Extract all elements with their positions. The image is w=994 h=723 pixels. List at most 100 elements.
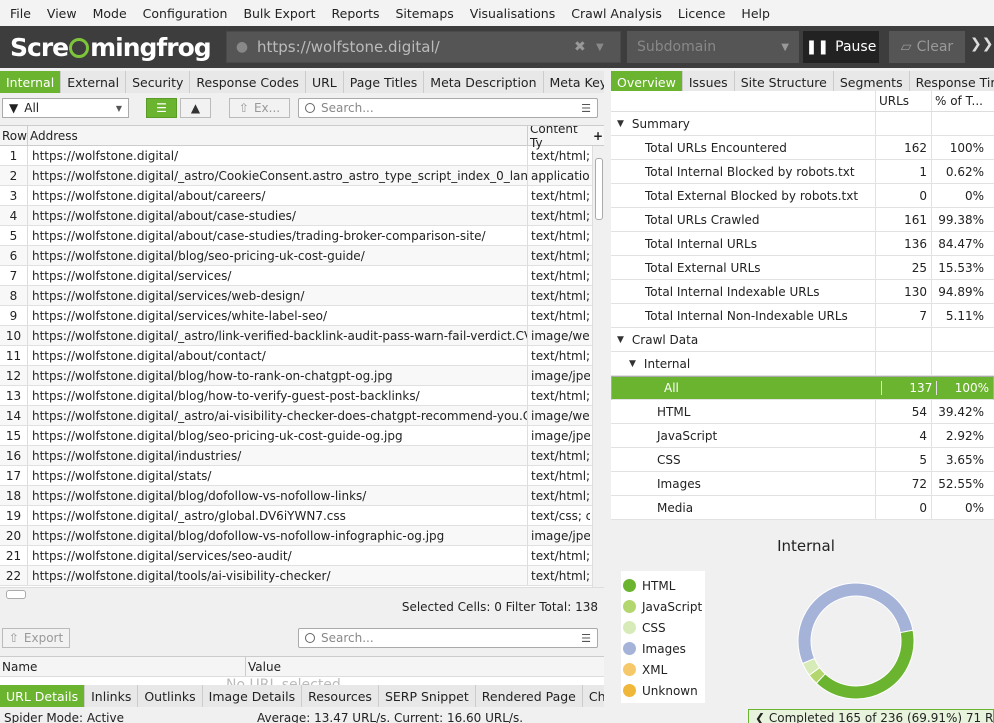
tab-image-details[interactable]: Image Details bbox=[202, 685, 303, 707]
cell-content-type[interactable]: text/html; c bbox=[528, 566, 590, 585]
settings-sliders-icon[interactable]: ☰ bbox=[581, 632, 591, 645]
table-row[interactable]: 18 https://wolfstone.digital/blog/dofollo… bbox=[0, 486, 604, 506]
cell-content-type[interactable]: text/html; c bbox=[528, 286, 590, 305]
col-percent[interactable]: % of T... bbox=[932, 91, 988, 111]
table-row[interactable]: 19 https://wolfstone.digital/_astro/globa… bbox=[0, 506, 604, 526]
cell-content-type[interactable]: text/html; c bbox=[528, 246, 590, 265]
tab-meta-description[interactable]: Meta Description bbox=[424, 71, 544, 93]
table-row[interactable]: 5 https://wolfstone.digital/about/case-st… bbox=[0, 226, 604, 246]
tree-row-total-urls-crawled[interactable]: Total URLs Crawled 161 99.38% bbox=[611, 208, 994, 232]
cell-content-type[interactable]: image/jpeg bbox=[528, 366, 590, 385]
tree-row-media[interactable]: Media 0 0% bbox=[611, 496, 994, 520]
col-name[interactable]: Name bbox=[0, 657, 246, 676]
cell-address[interactable]: https://wolfstone.digital/services/web-d… bbox=[28, 286, 528, 305]
table-row[interactable]: 17 https://wolfstone.digital/stats/text/h… bbox=[0, 466, 604, 486]
menu-visualisations[interactable]: Visualisations bbox=[462, 6, 563, 21]
cell-address[interactable]: https://wolfstone.digital/about/case-stu… bbox=[28, 226, 528, 245]
col-urls[interactable]: URLs bbox=[876, 91, 932, 111]
tree-row-summary[interactable]: ▼ Summary bbox=[611, 112, 994, 136]
tree-row-total-internal-indexable-urls[interactable]: Total Internal Indexable URLs 130 94.89% bbox=[611, 280, 994, 304]
scroll-thumb[interactable] bbox=[6, 590, 26, 599]
cell-address[interactable]: https://wolfstone.digital/about/case-stu… bbox=[28, 206, 528, 225]
table-row[interactable]: 4 https://wolfstone.digital/about/case-st… bbox=[0, 206, 604, 226]
menu-file[interactable]: File bbox=[2, 6, 39, 21]
menu-help[interactable]: Help bbox=[733, 6, 778, 21]
cell-address[interactable]: https://wolfstone.digital/blog/seo-prici… bbox=[28, 246, 528, 265]
tree-row-all[interactable]: All 137 100% bbox=[611, 376, 994, 400]
cell-address[interactable]: https://wolfstone.digital/_astro/link-ve… bbox=[28, 326, 528, 345]
cell-address[interactable]: https://wolfstone.digital/blog/how-to-ve… bbox=[28, 386, 528, 405]
cell-address[interactable]: https://wolfstone.digital/about/careers/ bbox=[28, 186, 528, 205]
table-row[interactable]: 14 https://wolfstone.digital/_astro/ai-vi… bbox=[0, 406, 604, 426]
cell-content-type[interactable]: text/html; c bbox=[528, 146, 590, 165]
tree-row-total-internal-blocked-by-robots-txt[interactable]: Total Internal Blocked by robots.txt 1 0.6… bbox=[611, 160, 994, 184]
tab-serp-snippet[interactable]: SERP Snippet bbox=[378, 685, 476, 707]
details-export-button[interactable]: ⇧ Export bbox=[2, 628, 70, 648]
table-row[interactable]: 15 https://wolfstone.digital/blog/seo-pri… bbox=[0, 426, 604, 446]
cell-content-type[interactable]: text/html; c bbox=[528, 346, 590, 365]
table-row[interactable]: 9 https://wolfstone.digital/services/whit… bbox=[0, 306, 604, 326]
cell-address[interactable]: https://wolfstone.digital/blog/seo-prici… bbox=[28, 426, 528, 445]
cell-content-type[interactable]: text/html; c bbox=[528, 206, 590, 225]
table-row[interactable]: 6 https://wolfstone.digital/blog/seo-pric… bbox=[0, 246, 604, 266]
tab-rendered-page[interactable]: Rendered Page bbox=[475, 685, 583, 707]
cell-content-type[interactable]: image/jpeg bbox=[528, 426, 590, 445]
menu-bulk-export[interactable]: Bulk Export bbox=[235, 6, 323, 21]
table-row[interactable]: 12 https://wolfstone.digital/blog/how-to-… bbox=[0, 366, 604, 386]
cell-address[interactable]: https://wolfstone.digital/industries/ bbox=[28, 446, 528, 465]
table-row[interactable]: 8 https://wolfstone.digital/services/web-… bbox=[0, 286, 604, 306]
tab-issues[interactable]: Issues bbox=[682, 71, 735, 93]
cell-content-type[interactable]: text/html; c bbox=[528, 486, 590, 505]
chevron-left-icon[interactable]: ❮ bbox=[755, 711, 769, 723]
cell-content-type[interactable]: text/css; ch bbox=[528, 506, 590, 525]
filter-select[interactable]: ▼ All ▼ bbox=[2, 98, 129, 118]
menu-sitemaps[interactable]: Sitemaps bbox=[388, 6, 462, 21]
list-view-button[interactable]: ☰ bbox=[146, 98, 177, 118]
menu-view[interactable]: View bbox=[39, 6, 85, 21]
tree-row-html[interactable]: HTML 54 39.42% bbox=[611, 400, 994, 424]
add-column-icon[interactable]: + bbox=[590, 126, 604, 145]
vertical-scrollbar[interactable] bbox=[592, 146, 604, 587]
cell-content-type[interactable]: text/html; c bbox=[528, 186, 590, 205]
tree-view-button[interactable]: ▲ bbox=[180, 98, 211, 118]
cell-address[interactable]: https://wolfstone.digital/ bbox=[28, 146, 528, 165]
tab-url-details[interactable]: URL Details bbox=[0, 685, 86, 707]
cell-content-type[interactable]: text/html; c bbox=[528, 546, 590, 565]
url-input[interactable]: ● https://wolfstone.digital/ ✖ ▼ bbox=[226, 31, 621, 63]
cell-content-type[interactable]: text/html; c bbox=[528, 266, 590, 285]
cell-content-type[interactable]: image/jpeg bbox=[528, 526, 590, 545]
tab-response-times[interactable]: Response Times bbox=[909, 71, 994, 93]
table-row[interactable]: 13 https://wolfstone.digital/blog/how-to-… bbox=[0, 386, 604, 406]
cell-address[interactable]: https://wolfstone.digital/about/contact/ bbox=[28, 346, 528, 365]
tab-external[interactable]: External bbox=[61, 71, 127, 93]
col-value[interactable]: Value bbox=[246, 657, 604, 676]
tree-row-javascript[interactable]: JavaScript 4 2.92% bbox=[611, 424, 994, 448]
tab-response-codes[interactable]: Response Codes bbox=[190, 71, 306, 93]
tab-segments[interactable]: Segments bbox=[833, 71, 910, 93]
expand-triangle-icon[interactable]: ▼ bbox=[629, 359, 636, 369]
cell-address[interactable]: https://wolfstone.digital/_astro/ai-visi… bbox=[28, 406, 528, 425]
cell-content-type[interactable]: application bbox=[528, 166, 590, 185]
tab-outlinks[interactable]: Outlinks bbox=[138, 685, 203, 707]
table-row[interactable]: 21 https://wolfstone.digital/services/seo… bbox=[0, 546, 604, 566]
settings-sliders-icon[interactable]: ☰ bbox=[581, 102, 591, 115]
scroll-thumb[interactable] bbox=[595, 158, 603, 220]
pane-splitter[interactable] bbox=[604, 68, 611, 707]
menu-configuration[interactable]: Configuration bbox=[135, 6, 236, 21]
tab-overview[interactable]: Overview bbox=[611, 71, 683, 93]
cell-content-type[interactable]: text/html; c bbox=[528, 466, 590, 485]
tree-row-images[interactable]: Images 72 52.55% bbox=[611, 472, 994, 496]
horizontal-scrollbar[interactable] bbox=[0, 587, 604, 600]
search-input[interactable]: Search... ☰ bbox=[298, 98, 598, 118]
cell-address[interactable]: https://wolfstone.digital/stats/ bbox=[28, 466, 528, 485]
menu-mode[interactable]: Mode bbox=[85, 6, 135, 21]
cell-address[interactable]: https://wolfstone.digital/blog/dofollow-… bbox=[28, 486, 528, 505]
tab-site-structure[interactable]: Site Structure bbox=[734, 71, 834, 93]
tab-internal[interactable]: Internal bbox=[0, 71, 62, 93]
col-row[interactable]: Row bbox=[0, 126, 28, 145]
tree-row-total-external-blocked-by-robots-txt[interactable]: Total External Blocked by robots.txt 0 0% bbox=[611, 184, 994, 208]
menu-reports[interactable]: Reports bbox=[324, 6, 388, 21]
table-row[interactable]: 3 https://wolfstone.digital/about/careers… bbox=[0, 186, 604, 206]
col-content-type[interactable]: Content Ty bbox=[528, 126, 590, 150]
cell-address[interactable]: https://wolfstone.digital/_astro/CookieC… bbox=[28, 166, 528, 185]
